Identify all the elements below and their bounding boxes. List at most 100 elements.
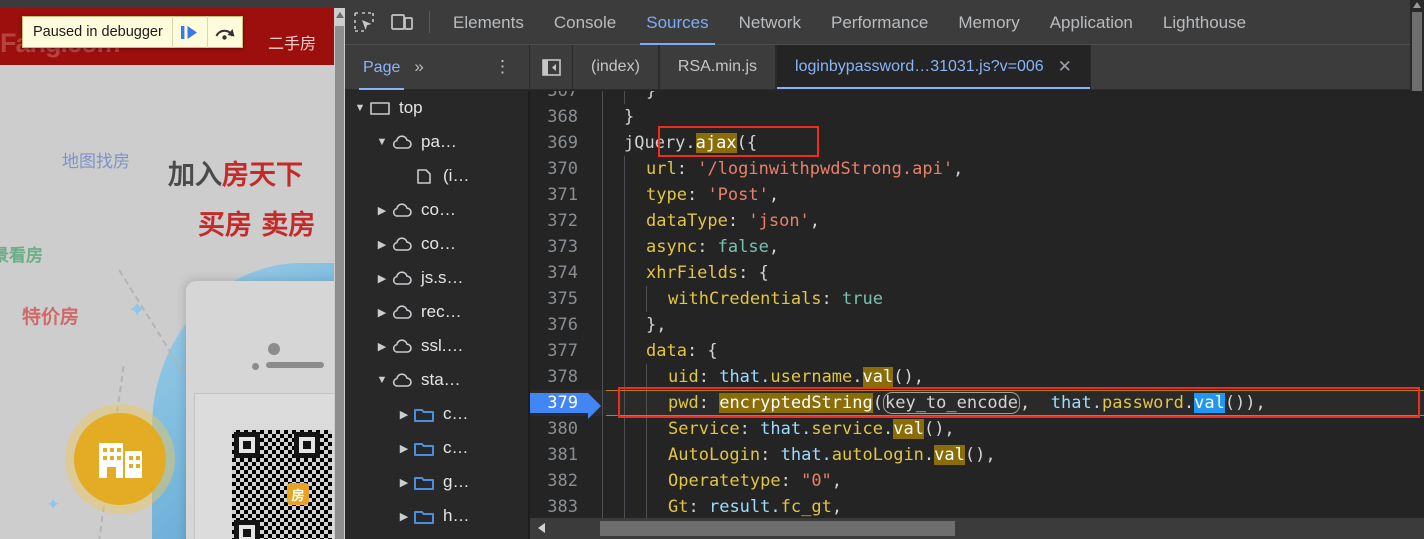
code-line[interactable]: 374 xhrFields: { (530, 260, 1424, 286)
scrollbar-thumb[interactable] (335, 26, 344, 539)
code-text[interactable]: url: '/loginwithpwdStrong.api', (588, 159, 1424, 179)
twisty-collapsed-icon[interactable]: ▶ (375, 204, 389, 217)
code-text[interactable]: uid: that.username.val(), (588, 367, 1424, 387)
tab-console[interactable]: Console (539, 0, 631, 45)
scroll-up-arrow-icon[interactable] (1413, 2, 1421, 8)
code-text[interactable]: AutoLogin: that.autoLogin.val(), (588, 445, 1424, 465)
inspected-page-pane[interactable]: Fang.com 二手房 Paused in debugger 地图找房 景看房… (0, 0, 345, 539)
tree-item[interactable]: ▶ c… (345, 431, 530, 465)
scroll-up-arrow-icon[interactable] (336, 12, 344, 18)
tree-item[interactable]: ▶ g… (345, 465, 530, 499)
code-line[interactable]: 379 pwd: encryptedString(key_to_encode, t… (530, 390, 1424, 419)
navigator-file-tree[interactable]: ▼ top ▼ pa… (i… ▶ co… ▶ co… ▶ js.s… ▶ rec… ▶ ssl.… ▼ sta… (345, 91, 530, 539)
line-number[interactable]: 370 (530, 159, 588, 179)
tree-item[interactable]: ▶ rec… (345, 295, 530, 329)
code-text[interactable]: async: false, (588, 237, 1424, 257)
code-text[interactable]: withCredentials: true (588, 289, 1424, 309)
code-line[interactable]: 378 uid: that.username.val(), (530, 364, 1424, 390)
code-text[interactable]: Operatetype: "0", (588, 471, 1424, 491)
twisty-collapsed-icon[interactable]: ▶ (397, 442, 411, 455)
line-number[interactable]: 381 (530, 445, 588, 465)
line-number[interactable]: 382 (530, 471, 588, 491)
code-line[interactable]: 369 jQuery.ajax({ (530, 130, 1424, 156)
code-text[interactable]: } (588, 107, 1424, 127)
twisty-collapsed-icon[interactable]: ▶ (375, 340, 389, 353)
code-line[interactable]: 370 url: '/loginwithpwdStrong.api', (530, 156, 1424, 182)
twisty-expanded-icon[interactable]: ▼ (375, 136, 389, 148)
editor-tab-loginbypassword[interactable]: loginbypassword…31031.js?v=006 ✕ (776, 45, 1091, 89)
tab-network[interactable]: Network (724, 0, 816, 45)
line-number[interactable]: 380 (530, 419, 588, 439)
inspect-element-icon[interactable] (345, 0, 383, 45)
code-line[interactable]: 381 AutoLogin: that.autoLogin.val(), (530, 442, 1424, 468)
tab-lighthouse[interactable]: Lighthouse (1148, 0, 1261, 45)
code-line[interactable]: 383 Gt: result.fc_gt, (530, 494, 1424, 520)
tree-item[interactable]: (i… (345, 159, 530, 193)
code-line[interactable]: 375 withCredentials: true (530, 286, 1424, 312)
label-vr-view[interactable]: 景看房 (0, 241, 43, 266)
twisty-collapsed-icon[interactable]: ▶ (375, 306, 389, 319)
show-navigator-icon[interactable] (530, 45, 572, 89)
twisty-collapsed-icon[interactable]: ▶ (397, 476, 411, 489)
code-text[interactable]: pwd: encryptedString(key_to_encode, that… (588, 392, 1424, 414)
code-line[interactable]: 367} (530, 91, 1424, 104)
twisty-expanded-icon[interactable]: ▼ (353, 102, 367, 114)
code-text[interactable]: Service: that.service.val(), (588, 419, 1424, 439)
code-text[interactable]: dataType: 'json', (588, 211, 1424, 231)
twisty-collapsed-icon[interactable]: ▶ (375, 272, 389, 285)
code-line[interactable]: 382 Operatetype: "0", (530, 468, 1424, 494)
code-text[interactable]: }, (588, 315, 1424, 335)
device-toolbar-icon[interactable] (383, 0, 421, 45)
twisty-expanded-icon[interactable]: ▼ (375, 374, 389, 386)
code-line[interactable]: 373 async: false, (530, 234, 1424, 260)
tree-item[interactable]: ▼ pa… (345, 125, 530, 159)
twisty-collapsed-icon[interactable]: ▶ (375, 238, 389, 251)
close-icon[interactable]: ✕ (1058, 57, 1072, 77)
more-options-icon[interactable]: ⋮ (494, 58, 511, 76)
code-line[interactable]: 377 data: { (530, 338, 1424, 364)
editor-horizontal-scrollbar[interactable] (530, 518, 1424, 539)
twisty-collapsed-icon[interactable]: ▶ (397, 510, 411, 523)
code-text[interactable]: jQuery.ajax({ (588, 133, 1424, 153)
line-number[interactable]: 383 (530, 497, 588, 517)
line-number[interactable]: 368 (530, 107, 588, 127)
scroll-left-arrow-icon[interactable] (538, 523, 545, 533)
code-text[interactable]: data: { (588, 341, 1424, 361)
line-number[interactable]: 372 (530, 211, 588, 231)
navigator-tab-page[interactable]: Page (358, 45, 405, 90)
tab-application[interactable]: Application (1035, 0, 1148, 45)
code-line[interactable]: 372 dataType: 'json', (530, 208, 1424, 234)
tab-elements[interactable]: Elements (438, 0, 539, 45)
label-map-search[interactable]: 地图找房 (62, 147, 130, 172)
tab-performance[interactable]: Performance (816, 0, 943, 45)
line-number[interactable]: 371 (530, 185, 588, 205)
tree-item[interactable]: ▶ js.s… (345, 261, 530, 295)
tree-item[interactable]: ▼ sta… (345, 363, 530, 397)
label-special-price[interactable]: 特价房 (22, 302, 79, 329)
line-number[interactable]: 375 (530, 289, 588, 309)
twisty-collapsed-icon[interactable]: ▶ (397, 408, 411, 421)
line-number[interactable]: 377 (530, 341, 588, 361)
code-line[interactable]: 376}, (530, 312, 1424, 338)
code-line[interactable]: 371 type: 'Post', (530, 182, 1424, 208)
code-text[interactable]: } (588, 91, 1424, 101)
scrollbar-thumb[interactable] (600, 521, 955, 536)
code-line[interactable]: 368} (530, 104, 1424, 130)
line-number[interactable]: 379 (530, 393, 601, 419)
resume-script-icon[interactable] (171, 16, 207, 48)
tree-item[interactable]: ▼ top (345, 91, 530, 125)
step-over-icon[interactable] (206, 16, 242, 48)
code-text[interactable]: xhrFields: { (588, 263, 1424, 283)
page-scrollbar[interactable] (334, 8, 345, 539)
tab-memory[interactable]: Memory (943, 0, 1034, 45)
code-text[interactable]: Gt: result.fc_gt, (588, 497, 1424, 517)
line-number[interactable]: 376 (530, 315, 588, 335)
source-code-editor[interactable]: 367} 368} 369 jQuery.ajax({370 url: '/loginw… (530, 91, 1424, 539)
line-number[interactable]: 374 (530, 263, 588, 283)
line-number[interactable]: 378 (530, 367, 588, 387)
code-line[interactable]: 380 Service: that.service.val(), (530, 416, 1424, 442)
site-nav-item-secondhand[interactable]: 二手房 (268, 30, 316, 54)
code-text[interactable]: type: 'Post', (588, 185, 1424, 205)
line-number[interactable]: 369 (530, 133, 588, 153)
chevron-double-right-icon[interactable]: » (414, 57, 423, 77)
